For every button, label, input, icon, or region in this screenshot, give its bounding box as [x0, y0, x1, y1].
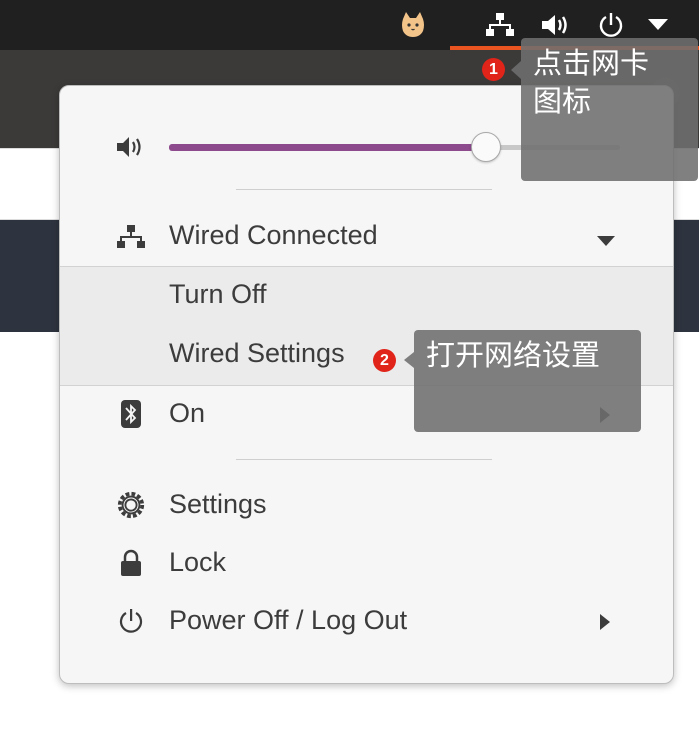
- separator: [236, 459, 492, 460]
- network-wired-icon[interactable]: [482, 8, 518, 42]
- chevron-down-icon[interactable]: [643, 8, 673, 42]
- callout-step-1-line1: 点击网卡: [533, 46, 650, 80]
- callout-pointer: [511, 61, 521, 79]
- network-wired-icon: [116, 222, 146, 252]
- separator: [236, 189, 492, 190]
- volume-slider-fill: [169, 144, 485, 151]
- power-icon[interactable]: [593, 8, 629, 42]
- settings-item[interactable]: Settings: [169, 489, 267, 520]
- volume-icon: [116, 132, 146, 162]
- chevron-right-icon[interactable]: [600, 614, 610, 630]
- volume-slider-handle[interactable]: [471, 132, 501, 162]
- bluetooth-icon: [116, 399, 146, 429]
- chevron-down-icon[interactable]: [597, 236, 615, 246]
- lock-item[interactable]: Lock: [169, 547, 226, 578]
- callout-step-2: 打开网络设置: [414, 330, 641, 432]
- callout-step-1-line2: 图标: [533, 84, 592, 118]
- callout-pointer: [404, 352, 414, 368]
- power-icon: [116, 606, 146, 636]
- wired-connected-item[interactable]: Wired Connected: [169, 220, 378, 251]
- turn-off-item[interactable]: Turn Off: [169, 279, 267, 310]
- power-off-item[interactable]: Power Off / Log Out: [169, 605, 407, 636]
- callout-step-1: 点击网卡 图标: [521, 38, 698, 181]
- bluetooth-item[interactable]: On: [169, 398, 205, 429]
- step-badge-2: 2: [373, 349, 396, 372]
- wired-settings-item[interactable]: Wired Settings: [169, 338, 345, 369]
- settings-gear-icon: [116, 490, 146, 520]
- volume-icon[interactable]: [537, 8, 575, 42]
- step-badge-1: 1: [482, 58, 505, 81]
- cat-icon[interactable]: [395, 8, 431, 42]
- lock-icon: [116, 548, 146, 578]
